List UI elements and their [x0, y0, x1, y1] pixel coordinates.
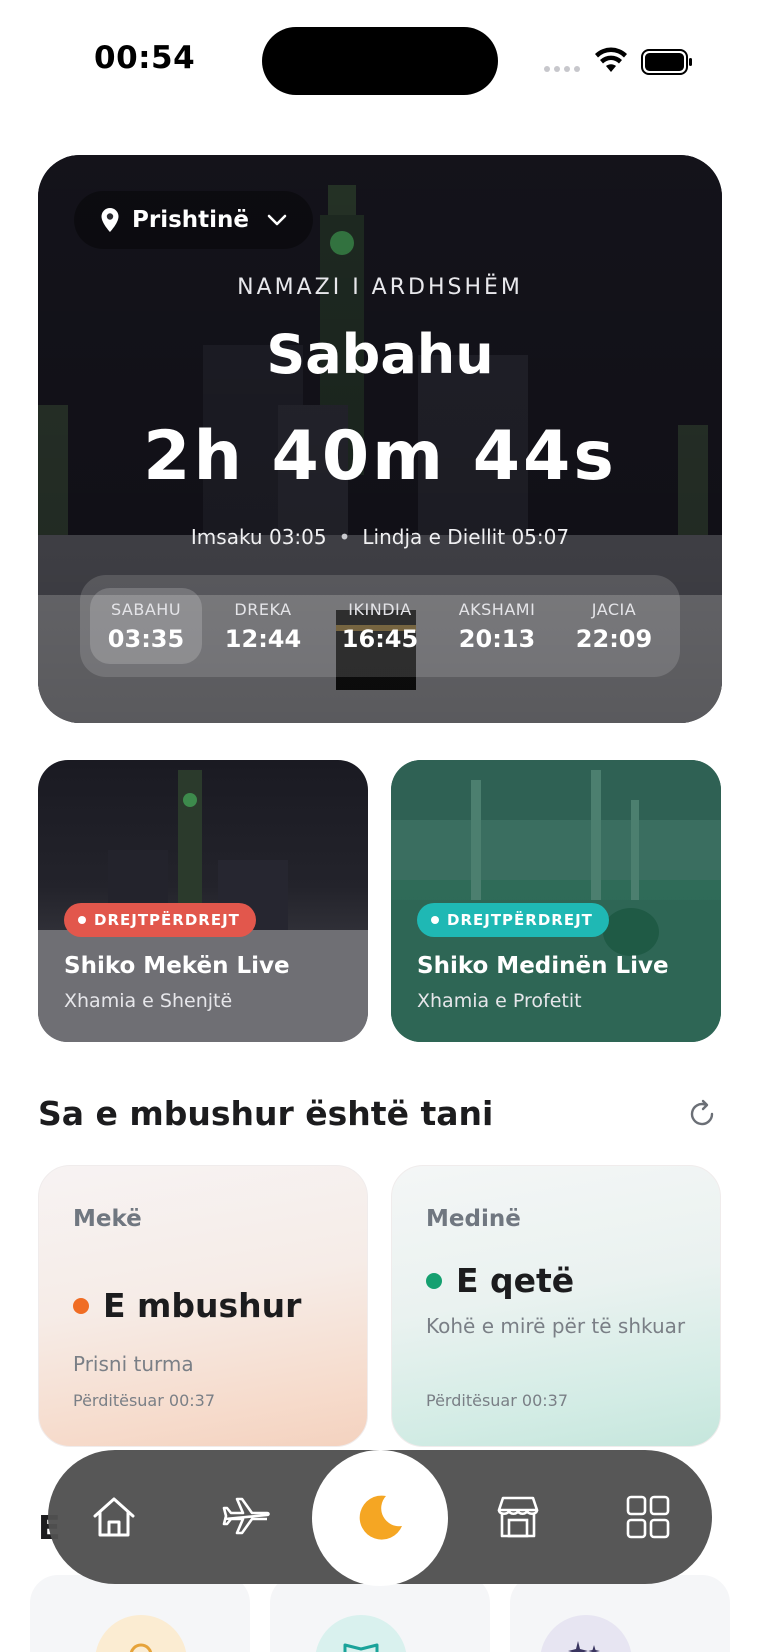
dynamic-island — [262, 27, 498, 95]
nav-shop[interactable] — [458, 1450, 578, 1584]
crowd-updated: Përditësuar 00:37 — [73, 1391, 215, 1410]
medina-live-card[interactable]: DREJTPËRDREJT Shiko Medinën Live Xhamia … — [391, 760, 721, 1042]
medina-crowd-card[interactable]: Medinë E qetë Kohë e mirë për të shkuar … — [391, 1165, 721, 1447]
crowd-status: E mbushur — [73, 1286, 301, 1325]
refresh-icon[interactable] — [686, 1098, 718, 1130]
live-title: Shiko Mekën Live — [64, 953, 290, 979]
status-bar: 00:54 — [0, 0, 760, 120]
prayer-time: 22:09 — [575, 624, 653, 653]
crowd-status: E qetë — [426, 1261, 574, 1300]
live-dot — [78, 916, 86, 924]
nav-home[interactable] — [54, 1450, 174, 1584]
crowd-description: Kohë e mirë për të shkuar — [426, 1314, 686, 1338]
sparkles-icon — [568, 1641, 600, 1652]
prayer-time: 12:44 — [224, 624, 302, 653]
location-name: Prishtinë — [132, 207, 249, 233]
sun-icon — [129, 1643, 153, 1652]
imsak-time: Imsaku 03:05 — [190, 525, 327, 549]
live-badge-label: DREJTPËRDREJT — [447, 911, 593, 929]
prayer-countdown: 2h 40m 44s — [143, 417, 617, 496]
signal-icon — [544, 66, 580, 72]
crowd-city: Mekë — [73, 1206, 142, 1232]
prayer-time: 20:13 — [458, 624, 536, 653]
prayer-time-akshami[interactable]: AKSHAMI 20:13 — [441, 588, 553, 664]
prayer-times-strip: SABAHU 03:35 DREKA 12:44 IKINDIA 16:45 A… — [80, 575, 680, 677]
status-dot — [73, 1297, 89, 1314]
sunrise-time: Lindja e Diellit 05:07 — [362, 525, 570, 549]
live-title: Shiko Medinën Live — [417, 953, 669, 979]
crowd-updated: Përditësuar 00:37 — [426, 1391, 568, 1410]
prayer-name: IKINDIA — [348, 599, 412, 619]
prayer-time-jacia[interactable]: JACIA 22:09 — [558, 588, 670, 664]
wifi-icon — [595, 47, 627, 72]
status-dot — [426, 1272, 442, 1289]
prayer-name: AKSHAMI — [458, 599, 536, 619]
bottom-nav-bar — [48, 1450, 712, 1586]
prayer-name: JACIA — [591, 599, 637, 619]
home-icon — [93, 1497, 135, 1537]
nav-prayer[interactable] — [312, 1450, 448, 1586]
live-badge-label: DREJTPËRDREJT — [94, 911, 240, 929]
status-time: 00:54 — [94, 40, 196, 76]
next-section-cards — [30, 1575, 730, 1652]
battery-icon — [641, 49, 692, 75]
crowd-city: Medinë — [426, 1206, 521, 1232]
crowd-status-label: E mbushur — [103, 1286, 302, 1325]
prayer-name: SABAHU — [110, 599, 182, 619]
prayer-name: DREKA — [234, 599, 292, 619]
location-selector[interactable]: Prishtinë — [74, 191, 313, 249]
next-prayer-label: NAMAZI I ARDHSHËM — [237, 275, 523, 300]
location-pin-icon — [101, 208, 119, 232]
live-subtitle: Xhamia e Profetit — [417, 990, 582, 1012]
live-subtitle: Xhamia e Shenjtë — [64, 990, 233, 1012]
live-dot — [431, 916, 439, 924]
live-badge: DREJTPËRDREJT — [417, 903, 609, 937]
next-prayer-name: Sabahu — [266, 323, 494, 386]
prayer-time-ikindia[interactable]: IKINDIA 16:45 — [324, 588, 436, 664]
prayer-hero-card: Prishtinë NAMAZI I ARDHSHËM Sabahu 2h 40… — [38, 155, 722, 723]
nav-more[interactable] — [588, 1450, 708, 1584]
moon-icon — [359, 1495, 402, 1540]
imsak-sunrise-row: Imsaku 03:05 • Lindja e Diellit 05:07 — [38, 525, 722, 549]
crowd-status-label: E qetë — [456, 1261, 575, 1300]
prayer-time: 03:35 — [107, 624, 185, 653]
live-badge: DREJTPËRDREJT — [64, 903, 256, 937]
prayer-time: 16:45 — [341, 624, 419, 653]
plane-icon — [222, 1497, 270, 1535]
mecca-live-card[interactable]: DREJTPËRDREJT Shiko Mekën Live Xhamia e … — [38, 760, 368, 1042]
store-icon — [497, 1496, 539, 1538]
chevron-down-icon — [267, 214, 287, 226]
crowd-section-title: Sa e mbushur është tani — [38, 1094, 494, 1133]
book-icon — [343, 1643, 379, 1652]
grid-icon — [626, 1495, 670, 1539]
prayer-time-sabahu[interactable]: SABAHU 03:35 — [90, 588, 202, 664]
prayer-time-dreka[interactable]: DREKA 12:44 — [207, 588, 319, 664]
nav-travel[interactable] — [186, 1450, 306, 1584]
crowd-description: Prisni turma — [73, 1352, 194, 1376]
separator-dot: • — [338, 525, 351, 549]
mecca-crowd-card[interactable]: Mekë E mbushur Prisni turma Përditësuar … — [38, 1165, 368, 1447]
